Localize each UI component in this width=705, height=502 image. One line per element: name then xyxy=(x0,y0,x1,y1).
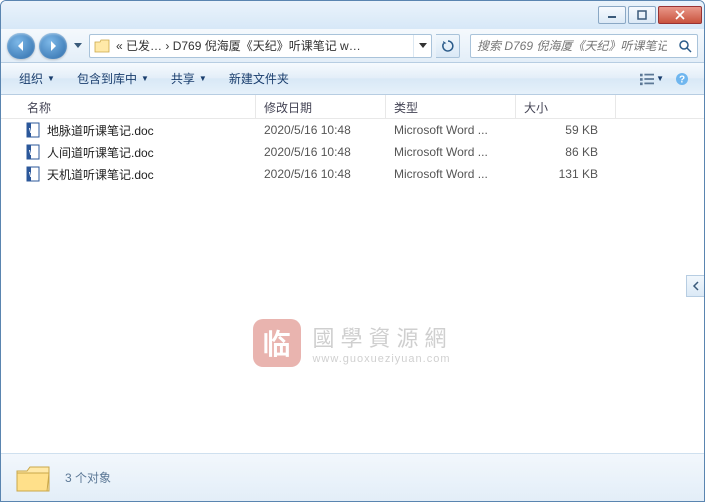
watermark-title: 國學資源網 xyxy=(312,321,452,353)
file-type: Microsoft Word ... xyxy=(386,167,516,181)
include-library-menu[interactable]: 包含到库中 ▼ xyxy=(69,66,157,91)
content-area: 名称 修改日期 类型 大小 W 地脉道听课笔记.doc 2020/5/16 10:… xyxy=(1,95,704,453)
refresh-button[interactable] xyxy=(436,34,460,58)
minimize-button[interactable] xyxy=(598,6,626,24)
scrollbar-expand[interactable] xyxy=(686,275,704,297)
command-bar: 组织 ▼ 包含到库中 ▼ 共享 ▼ 新建文件夹 ▼ ? xyxy=(1,63,704,95)
back-button[interactable] xyxy=(7,33,35,59)
maximize-button[interactable] xyxy=(628,6,656,24)
search-box[interactable] xyxy=(470,34,698,58)
close-button[interactable] xyxy=(658,6,702,24)
details-pane: 3 个对象 xyxy=(1,453,704,501)
address-text: « 已发… › D769 倪海厦《天纪》听课笔记 w… xyxy=(114,37,413,54)
view-options-button[interactable]: ▼ xyxy=(640,67,664,91)
file-row[interactable]: W 天机道听课笔记.doc 2020/5/16 10:48 Microsoft W… xyxy=(1,163,704,185)
folder-large-icon xyxy=(15,463,51,493)
address-dropdown[interactable] xyxy=(413,35,431,57)
svg-text:W: W xyxy=(29,128,36,135)
history-dropdown[interactable] xyxy=(71,43,85,49)
watermark-url: www.guoxueziyuan.com xyxy=(312,353,452,365)
column-headers: 名称 修改日期 类型 大小 xyxy=(1,95,704,119)
forward-button[interactable] xyxy=(39,33,67,59)
address-bar[interactable]: « 已发… › D769 倪海厦《天纪》听课笔记 w… xyxy=(89,34,432,58)
watermark-seal: 临 xyxy=(252,319,300,367)
titlebar xyxy=(1,1,704,29)
file-row[interactable]: W 地脉道听课笔记.doc 2020/5/16 10:48 Microsoft W… xyxy=(1,119,704,141)
file-name: 天机道听课笔记.doc xyxy=(47,166,154,183)
new-folder-button[interactable]: 新建文件夹 xyxy=(221,66,297,91)
word-doc-icon: W xyxy=(25,122,41,138)
word-doc-icon: W xyxy=(25,144,41,160)
svg-text:?: ? xyxy=(679,74,685,85)
navigation-bar: « 已发… › D769 倪海厦《天纪》听课笔记 w… xyxy=(1,29,704,63)
word-doc-icon: W xyxy=(25,166,41,182)
svg-text:W: W xyxy=(29,150,36,157)
watermark: 临 國學資源網 www.guoxueziyuan.com xyxy=(252,319,452,367)
header-name[interactable]: 名称 xyxy=(1,95,256,118)
folder-icon xyxy=(92,36,112,56)
file-date: 2020/5/16 10:48 xyxy=(256,167,386,181)
organize-menu[interactable]: 组织 ▼ xyxy=(11,66,63,91)
file-row[interactable]: W 人间道听课笔记.doc 2020/5/16 10:48 Microsoft W… xyxy=(1,141,704,163)
header-size[interactable]: 大小 xyxy=(516,95,616,118)
status-count: 3 个对象 xyxy=(65,469,111,486)
header-type[interactable]: 类型 xyxy=(386,95,516,118)
share-menu[interactable]: 共享 ▼ xyxy=(163,66,215,91)
explorer-window: « 已发… › D769 倪海厦《天纪》听课笔记 w… 组织 ▼ 包含到库中 ▼… xyxy=(0,0,705,502)
file-date: 2020/5/16 10:48 xyxy=(256,123,386,137)
breadcrumb-separator: › xyxy=(165,39,169,53)
search-input[interactable] xyxy=(471,39,673,53)
file-type: Microsoft Word ... xyxy=(386,145,516,159)
file-size: 131 KB xyxy=(516,167,616,181)
file-size: 86 KB xyxy=(516,145,616,159)
file-size: 59 KB xyxy=(516,123,616,137)
file-list: W 地脉道听课笔记.doc 2020/5/16 10:48 Microsoft W… xyxy=(1,119,704,453)
file-name: 人间道听课笔记.doc xyxy=(47,144,154,161)
search-icon[interactable] xyxy=(673,39,697,53)
header-date[interactable]: 修改日期 xyxy=(256,95,386,118)
file-name: 地脉道听课笔记.doc xyxy=(47,122,154,139)
svg-text:W: W xyxy=(29,172,36,179)
help-button[interactable]: ? xyxy=(670,67,694,91)
file-date: 2020/5/16 10:48 xyxy=(256,145,386,159)
file-type: Microsoft Word ... xyxy=(386,123,516,137)
